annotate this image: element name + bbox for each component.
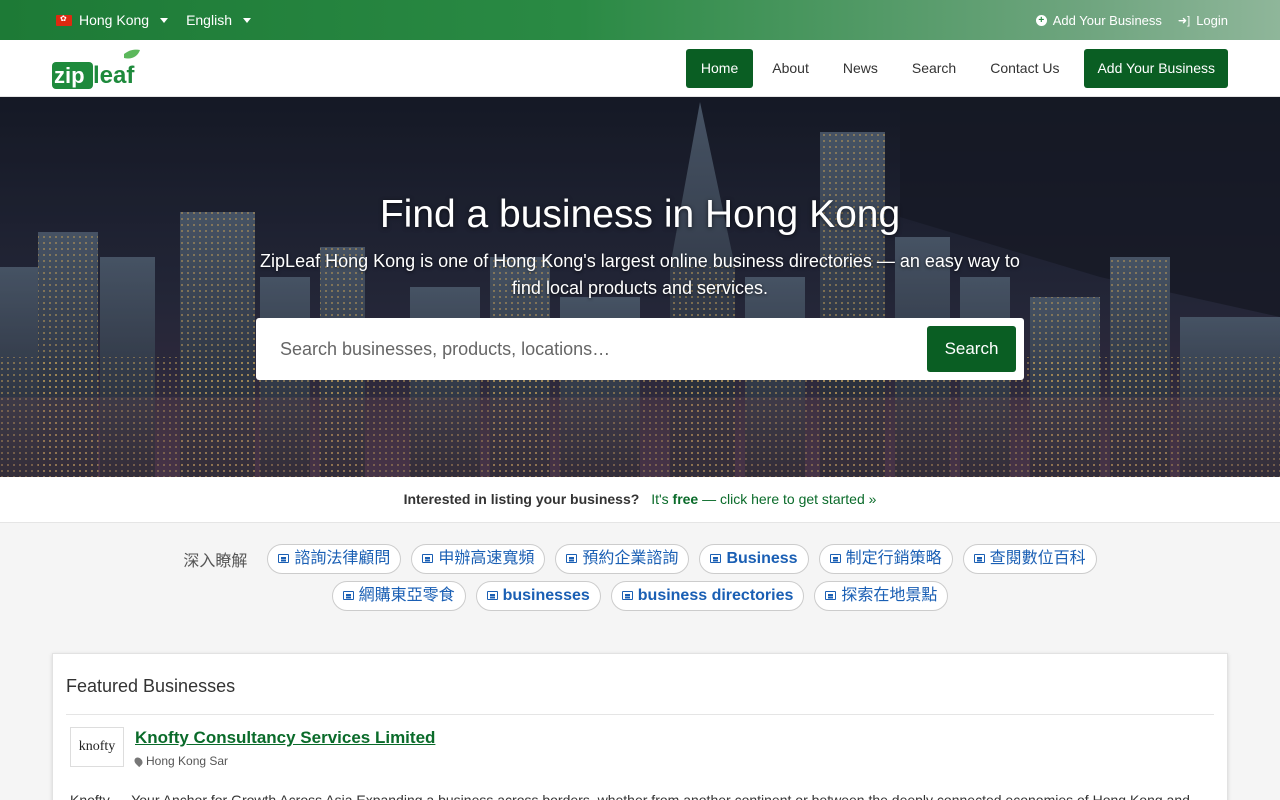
language-dropdown[interactable]: English <box>186 12 251 28</box>
nav-home[interactable]: Home <box>685 49 754 88</box>
zipleaf-logo[interactable]: zip leaf <box>52 48 152 90</box>
search-button[interactable]: Search <box>927 326 1016 372</box>
country-dropdown[interactable]: Hong Kong <box>56 12 169 28</box>
tag-label: business directories <box>637 586 794 604</box>
caret-down-icon <box>242 17 251 23</box>
newspaper-icon <box>710 554 722 563</box>
top-bar: Hong Kong English + Add Your Business ➜]… <box>0 0 1280 40</box>
tags-lead-label: 深入瞭解 <box>183 552 248 570</box>
svg-text:zip: zip <box>54 63 85 88</box>
plus-circle-icon: + <box>1035 14 1047 26</box>
tag-marketing-strategy[interactable]: 制定行銷策略 <box>818 543 953 574</box>
newspaper-icon <box>486 591 498 600</box>
listing-question: Interested in listing your business? <box>403 491 640 507</box>
hero-title: Find a business in Hong Kong <box>379 193 901 236</box>
business-location: Hong Kong Sar <box>132 754 229 768</box>
newspaper-icon <box>422 554 434 563</box>
newspaper-icon <box>621 591 633 600</box>
newspaper-icon <box>342 591 354 600</box>
caret-down-icon <box>160 17 169 23</box>
main-nav: Home About News Search Contact Us Add Yo… <box>685 49 1228 88</box>
featured-heading: Featured Businesses <box>66 676 236 696</box>
top-actions: + Add Your Business ➜] Login <box>1035 0 1228 40</box>
get-started-link[interactable]: It's free — click here to get started » <box>651 491 876 507</box>
hong-kong-flag-icon <box>56 14 72 26</box>
top-add-business-link[interactable]: + Add Your Business <box>1035 12 1162 28</box>
business-location-label: Hong Kong Sar <box>146 754 229 768</box>
tag-label: 預約企業諮詢 <box>582 549 679 567</box>
listing-banner: Interested in listing your business? It'… <box>0 477 1280 523</box>
tag-label: 查閱數位百科 <box>989 549 1086 567</box>
tag-digital-encyclopedia[interactable]: 查閱數位百科 <box>962 543 1097 574</box>
nav-search[interactable]: Search <box>897 49 971 88</box>
newspaper-icon <box>829 554 841 563</box>
search-input[interactable] <box>256 318 916 380</box>
tag-row-1: 深入瞭解 諮詢法律顧問 申辦高速寬頻 預約企業諮詢 Business 制定行銷策… <box>0 540 1280 577</box>
divider <box>66 714 1214 715</box>
top-add-business-label: Add Your Business <box>1052 12 1162 28</box>
business-logo[interactable]: knofty <box>70 727 124 767</box>
tag-label: 諮詢法律顧問 <box>294 549 391 567</box>
map-marker-icon <box>132 755 145 767</box>
tag-label: businesses <box>502 586 590 604</box>
nav-contact[interactable]: Contact Us <box>975 49 1074 88</box>
nav-about[interactable]: About <box>757 49 824 88</box>
language-label: English <box>186 12 232 28</box>
business-name-link[interactable]: Knofty Consultancy Services Limited <box>135 728 435 748</box>
hero-subtitle: ZipLeaf Hong Kong is one of Hong Kong's … <box>260 251 1020 298</box>
get-started-suffix: — click here to get started » <box>702 491 877 507</box>
tag-businesses[interactable]: businesses <box>475 580 601 611</box>
tag-business-directories[interactable]: business directories <box>610 580 805 611</box>
tag-row-2: 網購東亞零食 businesses business directories 探… <box>0 577 1280 614</box>
featured-businesses-panel: Featured Businesses knofty Knofty Consul… <box>52 653 1228 800</box>
login-link[interactable]: ➜] Login <box>1178 13 1228 28</box>
hero-banner: Find a business in Hong Kong ZipLeaf Hon… <box>0 97 1280 477</box>
newspaper-icon <box>566 554 578 563</box>
newspaper-icon <box>278 554 290 563</box>
tag-business-consulting[interactable]: 預約企業諮詢 <box>555 543 690 574</box>
topic-tags: 深入瞭解 諮詢法律顧問 申辦高速寬頻 預約企業諮詢 Business 制定行銷策… <box>0 540 1280 614</box>
newspaper-icon <box>825 591 837 600</box>
tag-legal-advice[interactable]: 諮詢法律顧問 <box>267 543 402 574</box>
get-started-prefix: It's <box>651 491 669 507</box>
add-business-button[interactable]: Add Your Business <box>1084 49 1228 88</box>
tag-business[interactable]: Business <box>699 543 809 574</box>
svg-text:leaf: leaf <box>93 62 135 89</box>
country-label: Hong Kong <box>79 12 150 28</box>
nav-news[interactable]: News <box>828 49 893 88</box>
hero-search-box: Search <box>256 318 1024 380</box>
tag-label: 申辦高速寬頻 <box>438 549 535 567</box>
tag-local-attractions[interactable]: 探索在地景點 <box>814 580 949 611</box>
main-header: zip leaf Home About News Search Contact … <box>0 40 1280 97</box>
login-label: Login <box>1196 12 1228 28</box>
business-description: Knofty — Your Anchor for Growth Across A… <box>70 792 1190 800</box>
tag-label: 探索在地景點 <box>841 586 938 604</box>
sign-in-icon: ➜] <box>1177 14 1191 27</box>
tag-label: 網購東亞零食 <box>358 586 455 604</box>
tag-label: 制定行銷策略 <box>845 549 942 567</box>
newspaper-icon <box>973 554 985 563</box>
tag-broadband[interactable]: 申辦高速寬頻 <box>411 543 546 574</box>
tag-asian-snacks[interactable]: 網購東亞零食 <box>331 580 466 611</box>
tag-label: Business <box>726 549 798 567</box>
locale-selectors: Hong Kong English <box>56 0 251 40</box>
get-started-free: free <box>672 491 699 507</box>
